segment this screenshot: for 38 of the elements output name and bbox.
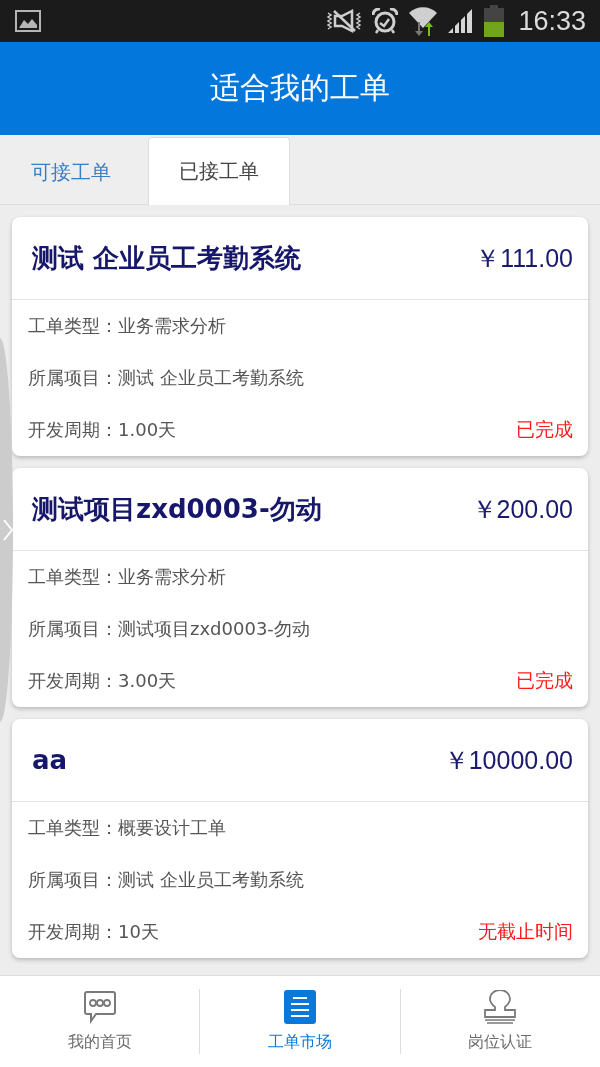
order-card[interactable]: 测试 企业员工考勤系统 ￥111.00 工单类型：业务需求分析 所属项目：测试 企业员工考勤系统 开发周期：1.00天 已完成 xyxy=(12,217,588,456)
order-status: 已完成 xyxy=(516,417,573,442)
detail-text: 开发周期：10天 xyxy=(28,920,159,944)
detail-text: 所属项目：测试 企业员工考勤系统 xyxy=(28,868,304,892)
detail-text: 工单类型：概要设计工单 xyxy=(28,816,226,840)
signal-icon xyxy=(448,9,475,33)
vibrate-off-icon xyxy=(326,9,363,33)
document-list-icon xyxy=(284,990,316,1024)
order-price: ￥10000.00 xyxy=(443,744,573,776)
page-title: 适合我的工单 xyxy=(210,69,390,107)
detail-text: 工单类型：业务需求分析 xyxy=(28,565,226,589)
tab[interactable]: 可接工单 xyxy=(0,138,142,205)
order-title: 测试项目zxd0003-勿动 xyxy=(32,492,322,526)
person-stamp-icon xyxy=(482,990,519,1024)
detail-text: 开发周期：3.00天 xyxy=(28,669,177,693)
chevron-right-icon xyxy=(3,519,13,541)
chat-bubble-icon xyxy=(82,990,117,1024)
detail-text: 所属项目：测试项目zxd0003-勿动 xyxy=(28,617,310,641)
order-price: ￥111.00 xyxy=(475,242,573,274)
image-icon xyxy=(15,10,41,32)
order-card[interactable]: 测试项目zxd0003-勿动 ￥200.00 工单类型：业务需求分析 所属项目：测试项目zxd0003-勿动 开发周期：3.00天 已完成 xyxy=(12,468,588,707)
clock-time: 16:33 xyxy=(518,5,586,37)
order-title: aa xyxy=(32,745,68,775)
tab[interactable]: 已接工单 xyxy=(148,137,290,205)
detail-text: 工单类型：业务需求分析 xyxy=(28,314,226,338)
nav-item[interactable]: 工单市场 xyxy=(200,977,400,1066)
order-status: 已完成 xyxy=(516,668,573,693)
order-card[interactable]: aa ￥10000.00 工单类型：概要设计工单 所属项目：测试 企业员工考勤系统 开发周期：10天 无截止时间 xyxy=(12,719,588,958)
order-title: 测试 企业员工考勤系统 xyxy=(32,241,302,275)
alarm-clock-icon xyxy=(372,8,399,34)
detail-text: 所属项目：测试 企业员工考勤系统 xyxy=(28,366,304,390)
order-price: ￥200.00 xyxy=(471,493,573,525)
nav-item[interactable]: 我的首页 xyxy=(0,977,200,1066)
battery-icon xyxy=(484,5,505,37)
detail-text: 开发周期：1.00天 xyxy=(28,418,177,442)
order-status: 无截止时间 xyxy=(478,919,573,944)
nav-item[interactable]: 岗位认证 xyxy=(400,977,600,1066)
wifi-icon xyxy=(408,6,439,36)
